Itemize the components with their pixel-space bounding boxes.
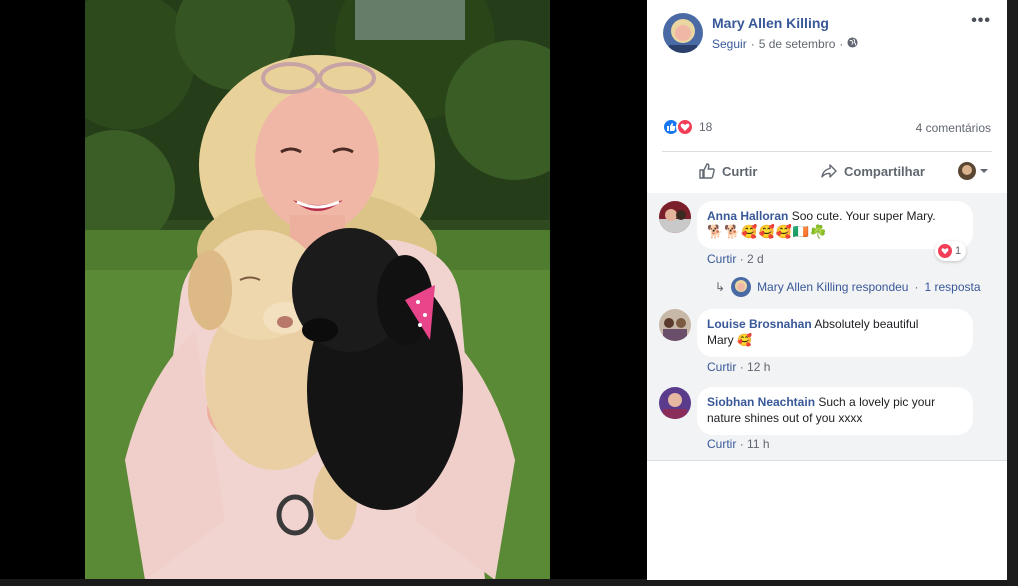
comment-like-link[interactable]: Curtir: [707, 437, 736, 451]
reply-author-action: Mary Allen Killing respondeu: [757, 280, 909, 294]
more-options-button[interactable]: •••: [971, 12, 991, 30]
reply-separator: ·: [914, 280, 919, 294]
comment-text: Soo cute. Your super Mary.: [791, 209, 936, 223]
love-reaction-icon: [938, 244, 952, 258]
commenter-avatar[interactable]: [659, 387, 691, 419]
commenter-name[interactable]: Siobhan Neachtain: [707, 395, 815, 409]
like-button[interactable]: Curtir: [698, 162, 757, 180]
photo-illustration: [85, 0, 550, 580]
commenter-avatar[interactable]: [659, 309, 691, 341]
comment-text-line2: nature shines out of you xxxx: [707, 411, 863, 425]
comment-reaction-count: 1: [955, 245, 962, 257]
meta-separator: ·: [739, 360, 744, 374]
comment-meta: Curtir · 12 h: [707, 360, 770, 374]
author-name[interactable]: Mary Allen Killing: [712, 15, 829, 31]
stats-divider: [662, 151, 992, 152]
commenter-name[interactable]: Louise Brosnahan: [707, 317, 812, 331]
post-photo[interactable]: [85, 0, 550, 580]
globe-icon[interactable]: [847, 37, 858, 51]
meta-separator: ·: [739, 252, 744, 266]
viewer-bottom-strip: [0, 579, 1018, 586]
comment-emoji-line: 🐕🐕🥰🥰🥰🇮🇪☘️: [707, 224, 828, 239]
viewer-right-edge: [1007, 0, 1018, 586]
photo-viewer[interactable]: [0, 0, 647, 586]
reply-arrow-icon: ↳: [715, 280, 726, 294]
post-date[interactable]: 5 de setembro: [759, 37, 836, 51]
comment-as-selector[interactable]: [958, 162, 989, 180]
comment-reaction-badge[interactable]: 1: [935, 241, 967, 261]
reactions-summary[interactable]: 18: [662, 118, 712, 136]
comment-bubble: Louise Brosnahan Absolutely beautiful Ma…: [697, 309, 973, 357]
comment-text: Such a lovely pic your: [818, 395, 936, 409]
caret-down-icon: [980, 169, 988, 173]
comment-bubble: Siobhan Neachtain Such a lovely pic your…: [697, 387, 973, 435]
comment-like-link[interactable]: Curtir: [707, 252, 736, 266]
reaction-count: 18: [699, 120, 713, 134]
comments-count-link[interactable]: 4 comentários: [916, 121, 991, 135]
subline-separator-2: ·: [839, 37, 844, 51]
comment-meta: Curtir · 11 h: [707, 437, 770, 451]
post-action-bar: Curtir Compartilhar: [662, 156, 992, 188]
follow-link[interactable]: Seguir: [712, 37, 747, 51]
comment-time[interactable]: 12 h: [747, 360, 770, 374]
share-button[interactable]: Compartilhar: [820, 162, 925, 180]
comment-time[interactable]: 2 d: [747, 252, 764, 266]
meta-separator: ·: [739, 437, 744, 451]
author-avatar[interactable]: [663, 13, 703, 53]
post-subline: Seguir · 5 de setembro ·: [712, 37, 858, 51]
like-button-label: Curtir: [722, 163, 758, 179]
commenter-avatar[interactable]: [659, 201, 691, 233]
reply-author-avatar: [731, 277, 752, 297]
comment-text: Absolutely beautiful: [814, 317, 919, 331]
comment-meta: Curtir · 2 d: [707, 252, 764, 266]
love-reaction-icon: [676, 118, 694, 136]
subline-separator: ·: [750, 37, 755, 51]
comment-bubble: Anna Halloran Soo cute. Your super Mary.…: [697, 201, 973, 249]
replies-link[interactable]: ↳ Mary Allen Killing respondeu · 1 respo…: [715, 277, 981, 297]
comment-like-link[interactable]: Curtir: [707, 360, 736, 374]
commenter-name[interactable]: Anna Halloran: [707, 209, 788, 223]
post-side-panel: Mary Allen Killing Seguir · 5 de setembr…: [647, 0, 1007, 580]
comment-text-line2: Mary 🥰: [707, 333, 752, 347]
reply-count: 1 resposta: [924, 280, 981, 294]
profile-mini-avatar: [958, 162, 976, 180]
thumbs-up-icon: [699, 163, 715, 179]
comment-time[interactable]: 11 h: [747, 437, 769, 451]
share-button-label: Compartilhar: [844, 163, 925, 179]
share-arrow-icon: [821, 164, 837, 178]
comments-bottom-divider: [647, 460, 1007, 461]
